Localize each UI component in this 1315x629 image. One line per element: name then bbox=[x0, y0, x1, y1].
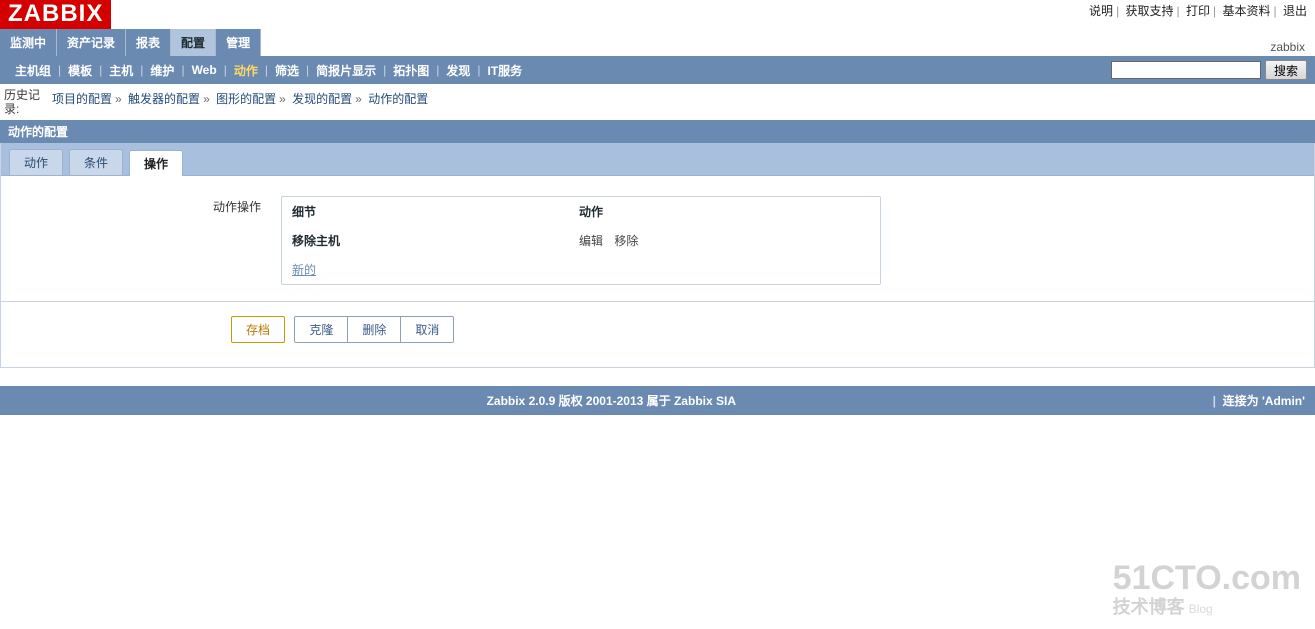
tab-reports[interactable]: 报表 bbox=[126, 29, 171, 56]
tab-admin[interactable]: 管理 bbox=[216, 29, 261, 56]
table-row: 移除主机 编辑 移除 bbox=[282, 226, 880, 255]
subtab-templates[interactable]: 模板 bbox=[61, 62, 99, 79]
sub-tabs: 主机组| 模板| 主机| 维护| Web| 动作| 筛选| 简报片显示| 拓扑图… bbox=[0, 56, 1315, 84]
subtab-slideshows[interactable]: 简报片显示 bbox=[309, 62, 383, 79]
section-title: 动作的配置 bbox=[0, 120, 1315, 143]
main-tabs: 监测中 资产记录 报表 配置 管理 bbox=[0, 29, 261, 56]
subtab-actions[interactable]: 动作 bbox=[227, 62, 265, 79]
itab-action[interactable]: 动作 bbox=[9, 149, 63, 175]
clone-button[interactable]: 克隆 bbox=[295, 317, 348, 342]
itab-conditions[interactable]: 条件 bbox=[69, 149, 123, 175]
history-label: 历史记录: bbox=[4, 88, 52, 116]
subtab-maps[interactable]: 拓扑图 bbox=[386, 62, 436, 79]
subtab-screens[interactable]: 筛选 bbox=[268, 62, 306, 79]
subtab-discovery[interactable]: 发现 bbox=[439, 62, 477, 79]
subtab-web[interactable]: Web bbox=[185, 63, 224, 77]
search-input[interactable] bbox=[1111, 61, 1261, 79]
logout-link[interactable]: 退出 bbox=[1283, 4, 1307, 18]
cancel-button[interactable]: 取消 bbox=[401, 317, 453, 342]
footer-connected-as-user: 'Admin' bbox=[1262, 394, 1305, 408]
new-operation-link[interactable]: 新的 bbox=[292, 263, 316, 277]
history-bar: 历史记录: 项目的配置» 触发器的配置» 图形的配置» 发现的配置» 动作的配置 bbox=[0, 84, 1315, 120]
footer-bar: Zabbix 2.0.9 版权 2001-2013 属于 Zabbix SIA … bbox=[0, 386, 1315, 415]
history-item[interactable]: 触发器的配置 bbox=[128, 92, 200, 106]
edit-link[interactable]: 编辑 bbox=[579, 234, 611, 248]
tab-configuration[interactable]: 配置 bbox=[171, 29, 216, 56]
subtab-hostgroups[interactable]: 主机组 bbox=[8, 62, 58, 79]
footer-connected-as-prefix: 连接为 bbox=[1223, 394, 1259, 408]
help-link[interactable]: 说明 bbox=[1089, 4, 1113, 18]
inner-tabs: 动作 条件 操作 bbox=[1, 143, 1314, 176]
print-link[interactable]: 打印 bbox=[1186, 4, 1210, 18]
itab-operations[interactable]: 操作 bbox=[129, 150, 183, 176]
support-link[interactable]: 获取支持 bbox=[1126, 4, 1174, 18]
tab-monitoring[interactable]: 监测中 bbox=[0, 29, 57, 56]
search-button[interactable]: 搜索 bbox=[1265, 60, 1307, 80]
top-links: 说明| 获取支持| 打印| 基本资料| 退出 bbox=[1089, 0, 1307, 19]
current-user: zabbix bbox=[1270, 40, 1305, 54]
history-item[interactable]: 图形的配置 bbox=[216, 92, 276, 106]
subtab-hosts[interactable]: 主机 bbox=[102, 62, 140, 79]
history-item[interactable]: 发现的配置 bbox=[292, 92, 352, 106]
footer-copyright: Zabbix 2.0.9 版权 2001-2013 属于 Zabbix SIA bbox=[10, 392, 1213, 409]
subtab-itservices[interactable]: IT服务 bbox=[481, 62, 530, 79]
history-item[interactable]: 项目的配置 bbox=[52, 92, 112, 106]
history-item[interactable]: 动作的配置 bbox=[368, 92, 428, 106]
col-detail-header: 细节 bbox=[282, 197, 569, 226]
watermark: 51CTO.com 技术博客Blog bbox=[1113, 563, 1301, 619]
subtab-maintenance[interactable]: 维护 bbox=[143, 62, 181, 79]
remove-link[interactable]: 移除 bbox=[614, 234, 646, 248]
profile-link[interactable]: 基本资料 bbox=[1223, 4, 1271, 18]
operation-detail: 移除主机 bbox=[292, 234, 340, 248]
col-action-header: 动作 bbox=[569, 197, 880, 226]
app-logo: ZABBIX bbox=[0, 0, 111, 29]
operations-table: 细节 动作 移除主机 编辑 移除 新的 bbox=[281, 196, 881, 285]
save-button[interactable]: 存档 bbox=[231, 316, 285, 343]
delete-button[interactable]: 删除 bbox=[348, 317, 401, 342]
tab-inventory[interactable]: 资产记录 bbox=[57, 29, 126, 56]
operations-row-label: 动作操作 bbox=[1, 196, 281, 285]
